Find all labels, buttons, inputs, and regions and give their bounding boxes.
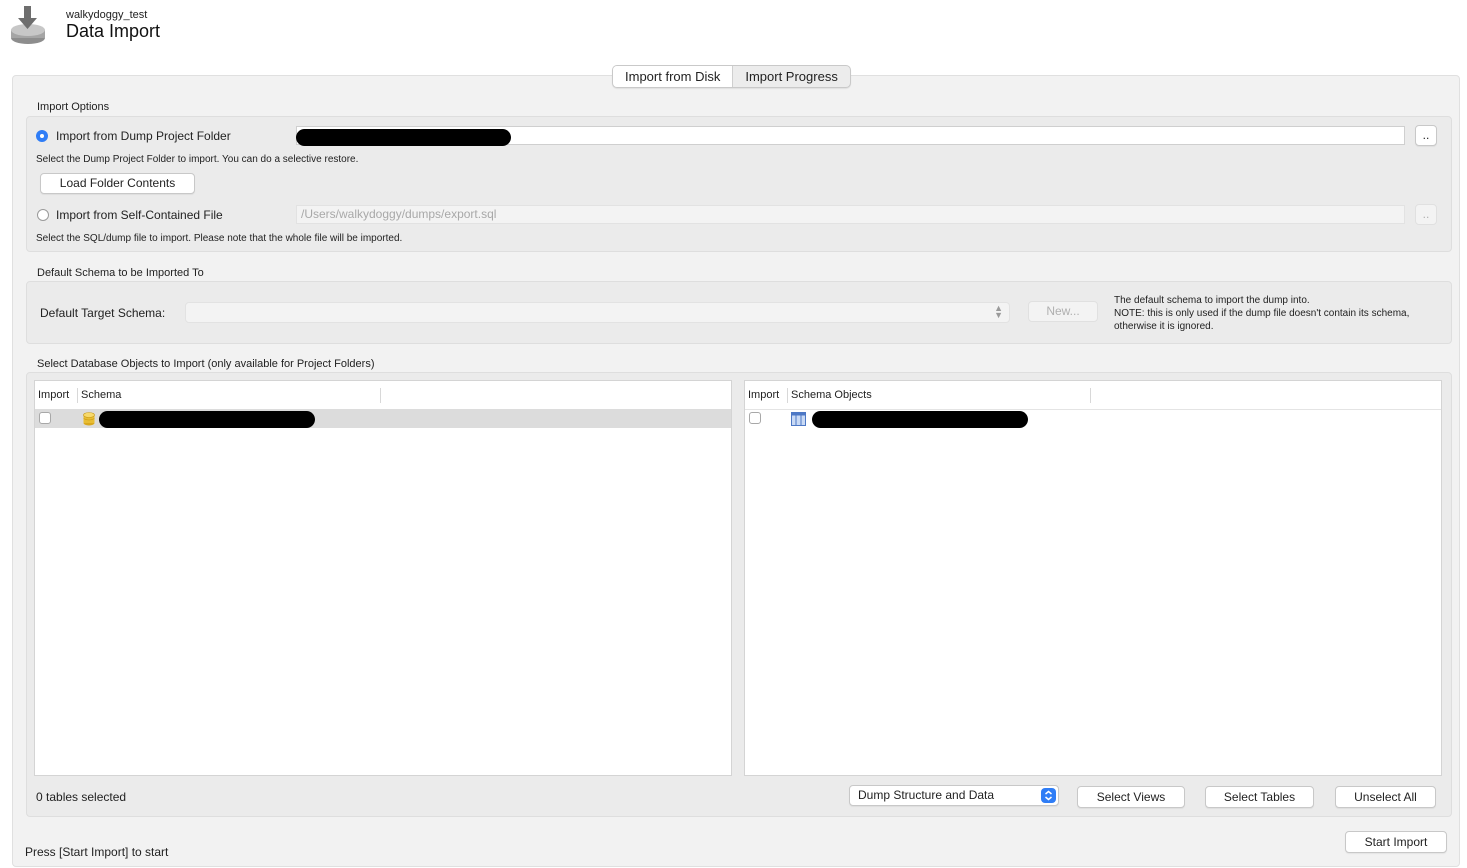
redacted-object-name	[812, 411, 1028, 428]
data-import-icon	[10, 4, 48, 46]
self-contained-path-input[interactable]: /Users/walkydoggy/dumps/export.sql	[296, 205, 1405, 224]
import-status-text: Press [Start Import] to start	[25, 845, 169, 859]
dump-folder-browse-button[interactable]: ..	[1415, 125, 1437, 146]
redacted-folder-path	[296, 129, 511, 146]
redacted-schema-name	[99, 411, 315, 428]
column-separator	[1090, 388, 1091, 403]
load-folder-contents-button[interactable]: Load Folder Contents	[40, 173, 195, 194]
dropdown-arrow-icon	[1041, 788, 1056, 803]
dump-folder-label: Import from Dump Project Folder	[56, 129, 231, 143]
dump-mode-value: Dump Structure and Data	[858, 788, 995, 802]
column-separator	[380, 388, 381, 403]
objects-col-import[interactable]: Import	[748, 381, 779, 409]
schema-objects-table: Import Schema Objects	[744, 380, 1442, 776]
column-separator	[77, 388, 78, 403]
new-schema-button[interactable]: New...	[1028, 301, 1098, 322]
start-import-button[interactable]: Start Import	[1345, 831, 1447, 853]
objects-col-schema-objects[interactable]: Schema Objects	[791, 381, 872, 409]
schema-table: Import Schema	[34, 380, 732, 776]
default-target-schema-label: Default Target Schema:	[40, 306, 166, 320]
schema-col-import[interactable]: Import	[38, 381, 69, 409]
dump-folder-radio[interactable]	[36, 130, 48, 142]
schema-row-checkbox[interactable]	[39, 412, 51, 424]
select-arrows-icon: ▲ ▼	[994, 303, 1003, 320]
default-schema-note: The default schema to import the dump in…	[1114, 295, 1410, 332]
self-contained-label: Import from Self-Contained File	[56, 208, 223, 222]
select-views-button[interactable]: Select Views	[1077, 786, 1185, 808]
self-contained-help: Select the SQL/dump file to import. Plea…	[36, 233, 403, 244]
import-options-label: Import Options	[37, 101, 110, 113]
tab-bar: Import from Disk Import Progress	[612, 65, 851, 88]
dump-folder-help: Select the Dump Project Folder to import…	[36, 154, 359, 165]
objects-row-checkbox[interactable]	[749, 412, 761, 424]
connection-name: walkydoggy_test	[66, 9, 148, 21]
default-target-schema-select[interactable]: ▲ ▼	[185, 302, 1010, 323]
tab-import-progress[interactable]: Import Progress	[733, 66, 849, 87]
tables-selected-status: 0 tables selected	[36, 790, 127, 804]
tab-import-from-disk[interactable]: Import from Disk	[613, 66, 734, 87]
objects-section-label: Select Database Objects to Import (only …	[37, 358, 375, 370]
schema-col-schema[interactable]: Schema	[81, 381, 121, 409]
default-schema-section-label: Default Schema to be Imported To	[37, 267, 204, 279]
dump-mode-select[interactable]: Dump Structure and Data	[849, 785, 1059, 806]
page-title: Data Import	[66, 21, 161, 41]
database-icon	[83, 412, 95, 426]
self-contained-radio[interactable]	[37, 209, 49, 221]
unselect-all-button[interactable]: Unselect All	[1335, 786, 1436, 808]
table-icon	[791, 412, 806, 426]
column-separator	[787, 388, 788, 403]
select-tables-button[interactable]: Select Tables	[1205, 786, 1314, 808]
schema-table-header	[35, 381, 731, 410]
self-contained-browse-button[interactable]: ..	[1415, 204, 1437, 225]
